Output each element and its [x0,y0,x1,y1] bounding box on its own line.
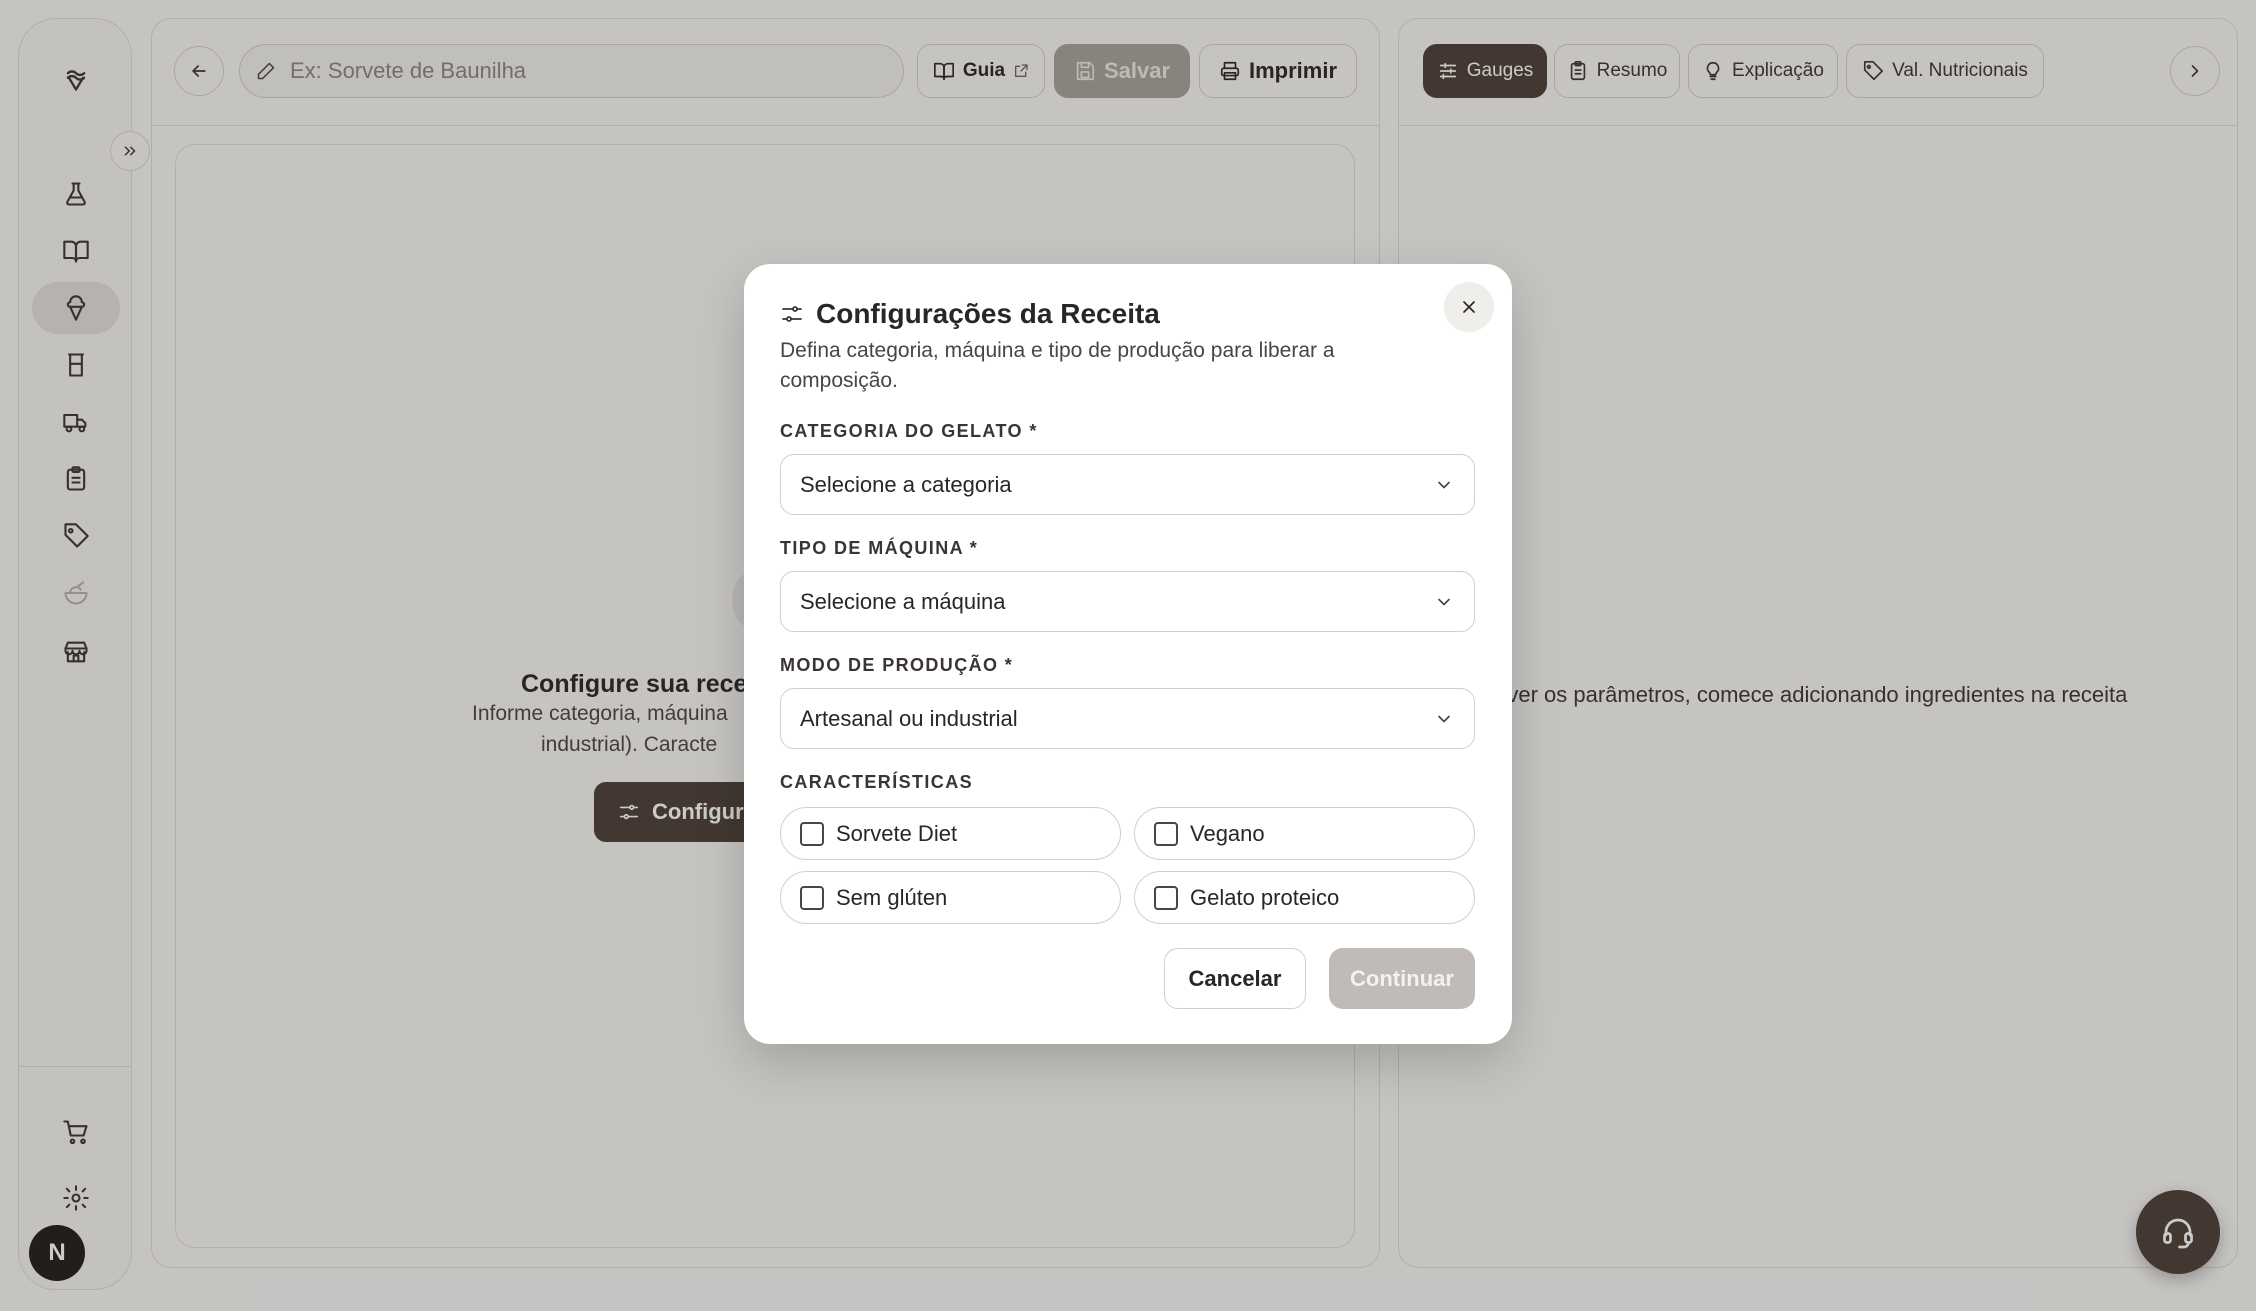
production-mode-value: Artesanal ou industrial [800,705,1018,731]
feature-vegan-label: Vegano [1190,820,1265,846]
modal-title-text: Configurações da Receita [816,298,1160,329]
feature-protein-label: Gelato proteico [1190,884,1340,910]
close-icon [1463,301,1475,313]
chevron-down-icon [1438,715,1450,723]
recipe-settings-modal: Configurações da Receita Defina categori… [744,264,1512,1044]
modal-description: Defina categoria, máquina e tipo de prod… [780,339,1335,392]
modal-title: Configurações da Receita [780,298,1160,330]
category-select-value: Selecione a categoria [800,471,1012,497]
checkbox-box[interactable] [800,885,824,910]
checkbox-box[interactable] [1154,885,1178,910]
machine-label: TIPO DE MÁQUINA * [780,538,979,558]
production-mode-select[interactable]: Artesanal ou industrial [780,688,1475,749]
feature-vegan-checkbox[interactable]: Vegano [1134,807,1475,860]
close-button[interactable] [1444,282,1494,332]
feature-diet-checkbox[interactable]: Sorvete Diet [780,807,1121,860]
category-select[interactable]: Selecione a categoria [780,454,1475,515]
chevron-down-icon [1438,598,1450,606]
settings-sliders-icon [782,306,802,322]
checkbox-box[interactable] [1154,821,1178,846]
features-label: CARACTERÍSTICAS [780,772,974,792]
machine-select-value: Selecione a máquina [800,588,1006,614]
chevron-down-icon [1438,481,1450,489]
feature-diet-label: Sorvete Diet [836,820,958,846]
category-label: CATEGORIA DO GELATO * [780,421,1038,441]
continue-button[interactable]: Continuar [1329,948,1475,1009]
production-mode-label: MODO DE PRODUÇÃO * [780,655,1014,675]
feature-gluten-free-label: Sem glúten [836,884,948,910]
cancel-button[interactable]: Cancelar [1164,948,1306,1009]
feature-gluten-free-checkbox[interactable]: Sem glúten [780,871,1121,924]
feature-protein-checkbox[interactable]: Gelato proteico [1134,871,1475,924]
app-root: N Ex: Sorvete de Baunilha Guia Salvar Im… [0,0,2256,1311]
machine-select[interactable]: Selecione a máquina [780,571,1475,632]
checkbox-box[interactable] [800,821,824,846]
